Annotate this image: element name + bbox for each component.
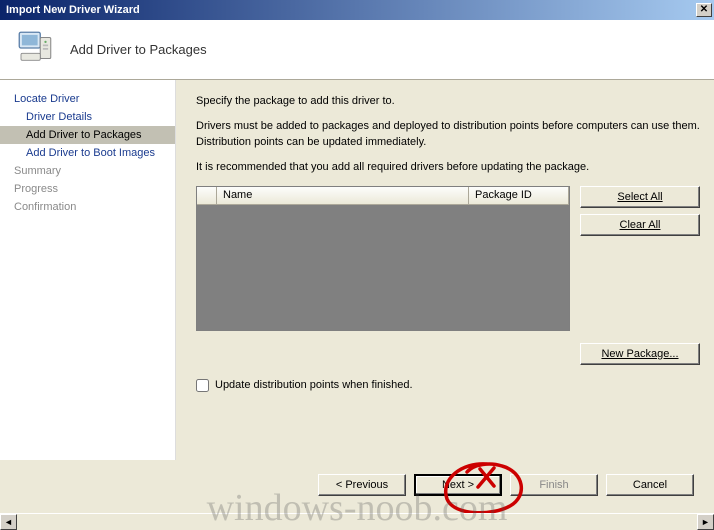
previous-button[interactable]: < Previous — [318, 474, 406, 496]
nav-item-locate-driver[interactable]: Locate Driver — [0, 90, 175, 108]
nav-item-confirmation[interactable]: Confirmation — [0, 198, 175, 216]
nav-item-summary[interactable]: Summary — [0, 162, 175, 180]
window-title: Import New Driver Wizard — [6, 4, 140, 16]
table-header: Name Package ID — [197, 187, 569, 205]
instruction-1: Specify the package to add this driver t… — [196, 94, 700, 109]
nav-item-progress[interactable]: Progress — [0, 180, 175, 198]
wizard-body: Locate DriverDriver DetailsAdd Driver to… — [0, 80, 714, 460]
content-panel: Specify the package to add this driver t… — [176, 80, 714, 460]
close-button[interactable]: ✕ — [696, 3, 712, 17]
finish-button[interactable]: Finish — [510, 474, 598, 496]
nav-panel: Locate DriverDriver DetailsAdd Driver to… — [0, 80, 176, 460]
wizard-header: Add Driver to Packages — [0, 20, 714, 80]
horizontal-scrollbar[interactable]: ◄ ► — [0, 513, 714, 530]
wizard-buttons: < Previous Next > Finish Cancel — [318, 474, 694, 496]
instruction-3: It is recommended that you add all requi… — [196, 160, 700, 175]
computer-icon — [14, 27, 56, 72]
instruction-2: Drivers must be added to packages and de… — [196, 119, 700, 150]
column-checkbox[interactable] — [197, 187, 217, 204]
page-title: Add Driver to Packages — [70, 42, 207, 57]
titlebar: Import New Driver Wizard ✕ — [0, 0, 714, 20]
update-dp-checkbox[interactable] — [196, 379, 209, 392]
update-dp-label: Update distribution points when finished… — [215, 379, 413, 391]
column-name[interactable]: Name — [217, 187, 469, 204]
nav-item-add-driver-to-packages[interactable]: Add Driver to Packages — [0, 126, 175, 144]
nav-item-add-driver-to-boot-images[interactable]: Add Driver to Boot Images — [0, 144, 175, 162]
clear-all-button[interactable]: Clear All — [580, 214, 700, 236]
select-all-button[interactable]: Select All — [580, 186, 700, 208]
column-package-id[interactable]: Package ID — [469, 187, 569, 204]
next-button[interactable]: Next > — [414, 474, 502, 496]
scroll-left-icon[interactable]: ◄ — [0, 514, 17, 530]
nav-item-driver-details[interactable]: Driver Details — [0, 108, 175, 126]
package-list[interactable]: Name Package ID — [196, 186, 570, 331]
scroll-right-icon[interactable]: ► — [697, 514, 714, 530]
cancel-button[interactable]: Cancel — [606, 474, 694, 496]
new-package-button[interactable]: New Package... — [580, 343, 700, 365]
